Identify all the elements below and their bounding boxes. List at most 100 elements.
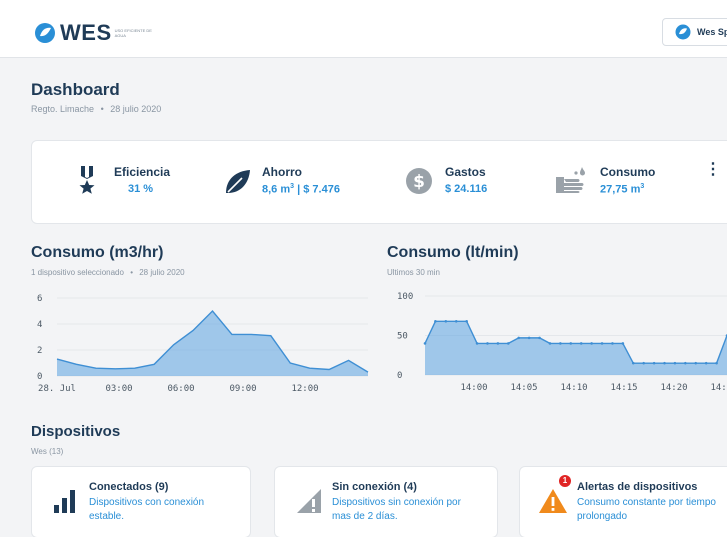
left-chart-xtick-label: 03:00 — [105, 384, 132, 394]
right-chart-data-point — [434, 319, 437, 323]
kpi-summary-card: Eficiencia 31 % Ahorro 8,6 m3 | $ 7.476 … — [31, 140, 727, 224]
top-bar: WES Uso eficiente de agua Wes Sp — [0, 0, 727, 58]
chart-left-device-count: 1 dispositivo seleccionado — [31, 268, 124, 277]
breadcrumb-date: 28 julio 2020 — [110, 104, 162, 114]
right-chart-data-point — [673, 361, 677, 365]
device-card-alerts-desc: Consumo constante por tiempo prolongado — [577, 497, 716, 522]
right-chart-data-point — [569, 342, 573, 345]
device-card-connected[interactable]: Conectados (9) Dispositivos con conexión… — [31, 466, 251, 537]
right-chart-data-point — [642, 361, 645, 365]
faucet-hand-icon — [556, 167, 585, 193]
chart-right-title: Consumo (lt/min) — [387, 244, 519, 261]
right-chart-data-point — [507, 342, 510, 345]
right-chart-data-point — [611, 342, 614, 345]
left-chart-ytick-label: 0 — [37, 372, 42, 382]
left-chart-ytick-label: 2 — [37, 346, 42, 356]
device-card-alerts-title: Alertas de dispositivos — [577, 481, 698, 493]
page-title: Dashboard — [31, 80, 120, 99]
right-chart-data-point — [579, 342, 583, 345]
device-card-connected-title: Conectados (9) — [89, 481, 169, 493]
logo-subtext: Uso eficiente de agua — [114, 28, 152, 38]
signal-bars-icon — [54, 490, 75, 513]
left-chart-xtick-label: 12:00 — [291, 384, 318, 394]
breadcrumb: Regto. Limache • 28 julio 2020 — [31, 104, 161, 114]
chart-left-separator: • — [130, 268, 133, 277]
medal-icon — [79, 166, 95, 194]
logo-text: WES — [60, 20, 112, 45]
right-chart-data-point — [548, 342, 552, 345]
right-chart-data-point — [465, 319, 468, 323]
right-chart-data-point — [694, 361, 698, 365]
right-chart-data-point — [600, 342, 604, 345]
kpi-ahorro-label: Ahorro — [262, 165, 302, 179]
kpi-more-menu-icon[interactable]: ⋮ — [705, 159, 721, 179]
kpi-ahorro-volume: 8,6 m — [262, 183, 291, 196]
right-chart-data-point — [496, 342, 500, 345]
kpi-consumo[interactable]: Consumo 27,75 m3 — [554, 165, 655, 197]
right-chart-data-point — [475, 342, 479, 345]
right-chart-ytick-label: 0 — [397, 371, 402, 381]
user-label: Wes Sp — [697, 27, 727, 37]
right-chart-xtick-label: 14:20 — [660, 383, 687, 393]
right-chart-data-point — [652, 361, 656, 365]
right-chart-xtick-label: 14:10 — [560, 383, 587, 393]
device-card-disconnected-desc: Dispositivos sin conexión por mas de 2 d… — [332, 497, 461, 522]
right-chart-xtick-label: 14:00 — [460, 383, 487, 393]
user-menu-button[interactable]: Wes Sp — [662, 18, 727, 46]
consumo-m3-hr-chart[interactable]: 0 2 4 6 28. Jul 03:00 06:00 09:00 12:00 — [31, 286, 376, 406]
left-chart-xtick-label: 28. Jul — [38, 384, 76, 394]
kpi-consumo-label: Consumo — [600, 165, 656, 179]
device-card-disconnected[interactable]: Sin conexión (4) Dispositivos sin conexi… — [274, 466, 498, 537]
kpi-gastos[interactable]: $ Gastos $ 24.116 — [405, 165, 487, 197]
kpi-consumo-volume: 27,75 m — [600, 183, 641, 196]
breadcrumb-location: Regto. Limache — [31, 104, 95, 114]
kpi-eficiencia-value: 31 % — [128, 183, 154, 195]
kpi-eficiencia-label: Eficiencia — [114, 165, 171, 179]
wes-logo[interactable]: WES Uso eficiente de agua — [34, 20, 157, 46]
alert-count-badge: 1 — [559, 475, 571, 487]
right-chart-data-point — [590, 342, 593, 345]
right-chart-data-point — [444, 319, 448, 323]
right-chart-data-point — [684, 361, 687, 365]
consumo-lt-min-chart[interactable]: 0 50 100 14:00 14:05 14:10 14:15 14:20 14:25 — [387, 286, 727, 406]
kpi-eficiencia[interactable]: Eficiencia 31 % — [74, 165, 170, 197]
devices-subtitle: Wes (13) — [31, 447, 64, 456]
kpi-gastos-value: $ 24.116 — [445, 183, 488, 195]
breadcrumb-separator: • — [100, 104, 104, 114]
right-chart-ytick-label: 50 — [397, 332, 408, 342]
kpi-ahorro-money: | $ 7.476 — [294, 183, 340, 196]
water-drop-logo-icon — [35, 23, 55, 43]
leaf-icon — [226, 170, 250, 193]
left-chart-xtick-label: 09:00 — [229, 384, 256, 394]
right-chart-data-point — [486, 342, 489, 345]
left-chart-xtick-label: 06:00 — [167, 384, 194, 394]
kpi-consumo-unit-exp: 3 — [640, 183, 645, 190]
right-chart-data-point — [517, 336, 521, 340]
right-chart-data-point — [454, 319, 458, 323]
no-signal-icon — [297, 489, 321, 513]
kpi-ahorro[interactable]: Ahorro 8,6 m3 | $ 7.476 — [222, 165, 340, 197]
right-chart-xtick-label: 14:05 — [510, 383, 537, 393]
right-chart-data-point — [715, 361, 718, 365]
left-chart-ytick-label: 6 — [37, 294, 42, 304]
device-card-disconnected-title: Sin conexión (4) — [332, 481, 417, 493]
devices-title: Dispositivos — [31, 423, 121, 440]
right-chart-data-point — [527, 336, 531, 340]
chart-right-subtitle: Ultimos 30 min — [387, 268, 440, 277]
right-chart-xtick-label: 14:15 — [610, 383, 637, 393]
left-chart-ytick-label: 4 — [37, 320, 42, 330]
device-card-alerts[interactable]: 1 Alertas de dispositivos Consumo consta… — [519, 466, 727, 537]
chart-left-subtitle: 1 dispositivo seleccionado • 28 julio 20… — [31, 268, 185, 277]
alert-count-badge-value: 1 — [562, 476, 568, 485]
right-chart-data-point — [538, 336, 541, 340]
right-chart-data-point — [559, 342, 562, 345]
svg-text:$: $ — [413, 172, 425, 192]
right-chart-xtick-label: 14:25 — [710, 383, 727, 393]
right-chart-data-point — [663, 361, 666, 365]
kpi-gastos-label: Gastos — [445, 165, 486, 179]
right-chart-data-point — [631, 361, 635, 365]
right-chart-data-point — [423, 342, 427, 345]
kpi-ahorro-value: 8,6 m3 | $ 7.476 — [262, 183, 340, 196]
dollar-coin-icon: $ — [406, 168, 432, 194]
kpi-consumo-value: 27,75 m3 — [600, 183, 655, 196]
